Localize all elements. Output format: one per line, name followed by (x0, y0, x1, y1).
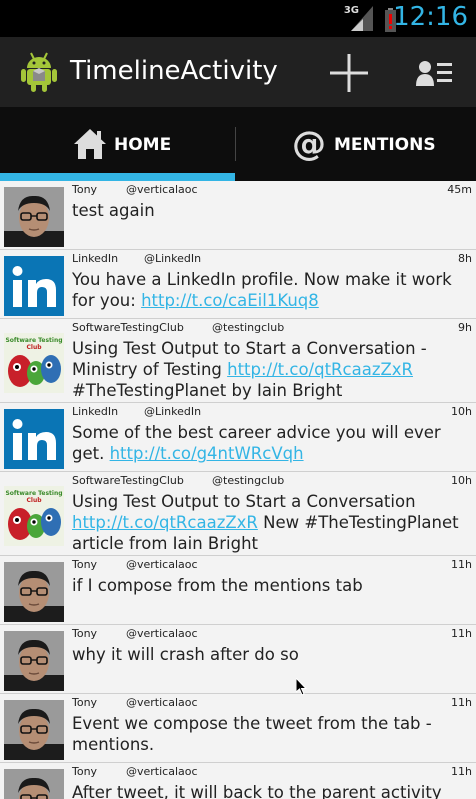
tweet-text: You have a LinkedIn profile. Now make it… (72, 269, 470, 311)
tweet-timestamp: 11h (451, 696, 472, 709)
tweet-link[interactable]: http://t.co/caEil1Kuq8 (141, 291, 319, 310)
tweet-item[interactable]: Software Testing Club SoftwareTestingClu… (0, 319, 476, 403)
linkedin-logo[interactable] (4, 409, 64, 469)
tweet-text-segment: Event we compose the tweet from the tab … (72, 714, 432, 754)
tweet-meta: Tony @verticalaoc 11h (72, 696, 472, 710)
tweet-timestamp: 11h (451, 558, 472, 571)
tweet-item[interactable]: Software Testing Club SoftwareTestingClu… (0, 472, 476, 556)
avatar[interactable] (4, 700, 64, 760)
tweet-list[interactable]: Tony @verticalaoc 45m test again LinkedIn @L… (0, 181, 476, 799)
tweet-text-segment: why it will crash after do so (72, 645, 299, 664)
tweet-author-name: LinkedIn (72, 252, 119, 265)
android-app-icon[interactable] (20, 51, 58, 93)
linkedin-logo[interactable] (4, 256, 64, 316)
avatar[interactable] (4, 769, 64, 799)
tweet-author-handle: @verticalaoc (126, 765, 198, 778)
tweet-author-name: SoftwareTestingClub (72, 474, 184, 487)
tweet-author-handle: @testingclub (212, 321, 285, 334)
tweet-link[interactable]: http://t.co/qtRcaazZxR (72, 513, 258, 532)
profile-icon[interactable] (416, 60, 452, 86)
tweet-text-segment: #TheTestingPlanet by Iain Bright (72, 381, 343, 400)
tweet-timestamp: 8h (458, 252, 472, 265)
svg-text:Software Testing: Software Testing (5, 337, 62, 344)
tweet-meta: Tony @verticalaoc 11h (72, 558, 472, 572)
app-title: TimelineActivity (70, 56, 278, 86)
action-bar: TimelineActivity (0, 37, 476, 107)
tweet-text: why it will crash after do so (72, 644, 470, 665)
tweet-meta: Tony @verticalaoc 45m (72, 183, 472, 197)
tweet-meta: SoftwareTestingClub @testingclub 9h (72, 321, 472, 335)
tweet-timestamp: 11h (451, 627, 472, 640)
tab-selected-indicator (0, 173, 235, 181)
tweet-item[interactable]: Tony @verticalaoc 11h if I compose from the… (0, 556, 476, 625)
testingclub-logo[interactable]: Software Testing Club (4, 485, 64, 546)
tweet-author-name: LinkedIn (72, 405, 119, 418)
tweet-meta: SoftwareTestingClub @testingclub 10h (72, 474, 472, 488)
testingclub-logo[interactable]: Software Testing Club (4, 332, 64, 393)
tab-mentions-label: MENTIONS (334, 135, 436, 155)
tweet-text: Using Test Output to Start a Conversatio… (72, 491, 470, 554)
tab-home[interactable]: HOME (0, 107, 235, 181)
tweet-text: if I compose from the mentions tab (72, 575, 470, 596)
tweet-author-name: Tony (72, 696, 98, 709)
tweet-item[interactable]: Tony @verticalaoc 45m test again (0, 181, 476, 250)
tweet-timestamp: 45m (447, 183, 472, 196)
tweet-text: test again (72, 200, 470, 221)
avatar[interactable] (4, 562, 64, 622)
tweet-text-segment: test again (72, 201, 155, 220)
tab-bar: HOME @ MENTIONS (0, 107, 476, 181)
tweet-author-handle: @verticalaoc (126, 558, 198, 571)
tweet-text: Some of the best career advice you will … (72, 422, 470, 464)
at-sign-icon: @ (292, 127, 326, 161)
tweet-timestamp: 9h (458, 321, 472, 334)
svg-text:@: @ (292, 127, 326, 161)
tab-mentions[interactable]: @ MENTIONS (236, 107, 476, 181)
tweet-author-name: Tony (72, 183, 98, 196)
tweet-item[interactable]: Tony @verticalaoc 11h Event we compose the … (0, 694, 476, 763)
tweet-link[interactable]: http://t.co/qtRcaazZxR (227, 360, 413, 379)
tweet-text-segment: if I compose from the mentions tab (72, 576, 363, 595)
tweet-timestamp: 11h (451, 765, 472, 778)
mouse-cursor-icon (296, 678, 308, 696)
tweet-author-name: Tony (72, 558, 98, 571)
tweet-author-name: Tony (72, 627, 98, 640)
tweet-meta: Tony @verticalaoc 11h (72, 627, 472, 641)
avatar[interactable] (4, 631, 64, 691)
tweet-text-segment: After tweet, it will back to the parent … (72, 783, 442, 799)
tweet-author-handle: @verticalaoc (126, 627, 198, 640)
avatar[interactable] (4, 187, 64, 247)
tweet-text: Event we compose the tweet from the tab … (72, 713, 470, 755)
tweet-author-name: SoftwareTestingClub (72, 321, 184, 334)
tweet-author-handle: @LinkedIn (144, 252, 202, 265)
svg-text:Club: Club (26, 497, 42, 504)
tweet-item[interactable]: LinkedIn @LinkedIn 10h Some of the best car… (0, 403, 476, 472)
svg-text:Software Testing: Software Testing (5, 490, 62, 497)
tweet-author-handle: @testingclub (212, 474, 285, 487)
tweet-author-handle: @LinkedIn (144, 405, 202, 418)
tweet-meta: Tony @verticalaoc 11h (72, 765, 472, 779)
compose-plus-icon[interactable] (330, 54, 368, 92)
tweet-meta: LinkedIn @LinkedIn 10h (72, 405, 472, 419)
tweet-link[interactable]: http://t.co/g4ntWRcVqh (110, 444, 304, 463)
tweet-author-handle: @verticalaoc (126, 696, 198, 709)
tweet-text-segment: Using Test Output to Start a Conversatio… (72, 492, 416, 511)
tweet-timestamp: 10h (451, 474, 472, 487)
status-clock: 12:16 (393, 2, 468, 32)
signal-icon (351, 6, 373, 31)
tweet-item[interactable]: LinkedIn @LinkedIn 8h You have a LinkedIn p… (0, 250, 476, 319)
tweet-text: Using Test Output to Start a Conversatio… (72, 338, 470, 401)
tweet-text: After tweet, it will back to the parent … (72, 782, 470, 799)
tweet-item[interactable]: Tony @verticalaoc 11h After tweet, it will … (0, 763, 476, 799)
tweet-author-handle: @verticalaoc (126, 183, 198, 196)
home-icon (74, 129, 106, 159)
tweet-meta: LinkedIn @LinkedIn 8h (72, 252, 472, 266)
tweet-author-name: Tony (72, 765, 98, 778)
tweet-timestamp: 10h (451, 405, 472, 418)
tweet-item[interactable]: Tony @verticalaoc 11h why it will crash aft… (0, 625, 476, 694)
svg-text:Club: Club (26, 344, 42, 351)
tab-home-label: HOME (114, 135, 172, 155)
status-bar: 3G 12:16 (0, 0, 476, 37)
